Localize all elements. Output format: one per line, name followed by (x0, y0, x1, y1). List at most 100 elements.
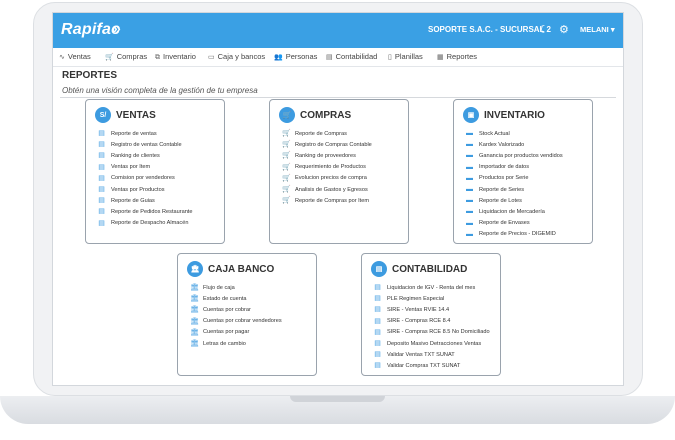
report-link-label: Reporte de Pedidos Restaurante (111, 208, 193, 215)
report-icon: ▤ (374, 317, 381, 325)
report-icon: ▤ (98, 163, 105, 171)
report-link-label: Reporte de Envases (479, 220, 530, 227)
report-link-label: Liquidacion de Mercadería (479, 208, 545, 215)
report-link-label: Reporte de Compras por Item (295, 197, 369, 204)
page-subtitle: Obtén una visión completa de la gestión … (62, 86, 258, 95)
nav-inventario[interactable]: ⧉ Inventario (155, 52, 196, 62)
report-link-item[interactable]: ▤ Ventas por Item (98, 162, 192, 173)
card-compras: 🛒 COMPRAS 🛒 Reporte de Compras 🛒 Registro d… (269, 99, 409, 244)
report-link-item[interactable]: ▤ Ventas por Productos (98, 184, 192, 195)
report-link-item[interactable]: ▬ Stock Actual (466, 128, 563, 139)
report-link-item[interactable]: ▬ Liquidacion de Mercadería (466, 206, 563, 217)
report-icon: 🏛 (190, 328, 199, 336)
report-link-item[interactable]: ▬ Importador de datos (466, 162, 563, 173)
report-icon: ▤ (374, 306, 381, 314)
report-icon: 🛒 (282, 152, 291, 160)
report-link-label: Reporte de Series (479, 186, 525, 193)
report-link-item[interactable]: 🏛 Flujo de caja (190, 282, 282, 293)
nav-caja-bancos[interactable]: ▭ Caja y bancos (208, 52, 265, 61)
screen: Rapifac » SOPORTE S.A.C. - SUCURSAL 2 ☾ … (52, 12, 624, 386)
card-contabilidad: ▤ CONTABILIDAD ▤ Liquidacion de IGV - Ren… (361, 253, 501, 376)
report-link-item[interactable]: ▬ Reporte de Envases (466, 218, 563, 229)
report-icon: ▤ (98, 130, 105, 138)
report-link-item[interactable]: ▬ Productos por Serie (466, 173, 563, 184)
report-link-item[interactable]: ▤ PLE Regimen Especial (374, 293, 490, 304)
cart-icon: 🛒 (279, 107, 295, 123)
currency-icon: S/ (95, 107, 111, 123)
report-link-item[interactable]: 🛒 Analisis de Gastos y Egresos (282, 184, 372, 195)
card-header: S/ VENTAS (95, 107, 156, 123)
chart-line-icon: ∿ (59, 54, 65, 61)
report-icon: 🏛 (190, 340, 199, 348)
company-selector[interactable]: SOPORTE S.A.C. - SUCURSAL 2 (428, 25, 551, 34)
report-link-label: Ganancia por productos vendidos (479, 152, 563, 159)
report-link-label: Reporte de Despacho Almacén (111, 220, 189, 227)
report-link-item[interactable]: ▤ Liquidacion de IGV - Renta del mes (374, 282, 490, 293)
report-icon: ▬ (466, 230, 473, 238)
report-link-item[interactable]: ▤ Reporte de Pedidos Restaurante (98, 206, 192, 217)
report-link-label: Validar Ventas TXT SUNAT (387, 351, 455, 358)
report-link-item[interactable]: ▤ Comision por vendedores (98, 173, 192, 184)
report-link-item[interactable]: ▤ Registro de ventas Contable (98, 139, 192, 150)
report-link-item[interactable]: ▤ Reporte de ventas (98, 128, 192, 139)
report-link-item[interactable]: 🏛 Cuentas por cobrar (190, 304, 282, 315)
nav-caja-bancos-label: Caja y bancos (217, 52, 266, 61)
report-link-item[interactable]: ▤ SIRE - Compras RCE 8.5 No Domiciliado (374, 327, 489, 338)
report-icon: 🛒 (282, 197, 291, 205)
nav-contabilidad[interactable]: ▤ Contabilidad (326, 52, 377, 61)
report-icon: 🏛 (190, 284, 199, 292)
report-link-item[interactable]: ▬ Reporte de Precios - DIGEMID (466, 229, 563, 240)
nav-inventario-label: Inventario (163, 52, 196, 61)
nav-compras[interactable]: 🛒 Compras (105, 52, 147, 61)
report-icon: 🏛 (190, 306, 199, 314)
report-link-item[interactable]: ▤ Reporte de Despacho Almacén (98, 218, 192, 229)
report-icon: 🛒 (282, 174, 291, 182)
report-icon: ▤ (98, 186, 105, 194)
report-link-item[interactable]: 🛒 Ranking de proveedores (282, 150, 372, 161)
report-link-item[interactable]: ▬ Reporte de Series (466, 184, 563, 195)
report-link-item[interactable]: ▤ Validar Compras TXT SUNAT (374, 360, 490, 371)
gear-icon[interactable]: ⚙ (559, 23, 569, 36)
people-icon: 👥 (274, 54, 283, 61)
report-link-label: Registro de ventas Contable (111, 141, 182, 148)
report-link-item[interactable]: ▬ Kardex Valorizado (466, 139, 563, 150)
report-link-item[interactable]: ▤ Reporte de Guias (98, 195, 192, 206)
report-link-item[interactable]: 🛒 Registro de Compras Contable (282, 139, 372, 150)
report-icon: ▬ (466, 186, 473, 194)
report-link-item[interactable]: 🛒 Reporte de Compras (282, 128, 372, 139)
report-link-label: SIRE - Compras RCE 8.4 (387, 318, 451, 325)
moon-icon[interactable]: ☾ (539, 23, 549, 36)
report-icon: ▤ (374, 351, 381, 359)
report-link-item[interactable]: ▤ SIRE - Compras RCE 8.4 (374, 316, 490, 327)
report-link-item[interactable]: ▤ Ranking de clientes (98, 150, 192, 161)
report-link-item[interactable]: 🏛 Estado de cuenta (190, 293, 282, 304)
report-link-label: Productos por Serie (479, 175, 529, 182)
report-link-item[interactable]: ▤ Validar Ventas TXT SUNAT (374, 349, 490, 360)
nav-personas[interactable]: 👥 Personas (274, 52, 317, 61)
report-link-item[interactable]: 🏛 Cuentas por cobrar vendedores (190, 316, 282, 327)
report-link-label: Kardex Valorizado (479, 141, 525, 148)
boxes-icon: ⧉ (155, 54, 160, 61)
nav-planillas[interactable]: ▯ Planillas (388, 52, 423, 61)
report-link-item[interactable]: ▬ Ganancia por productos vendidos (466, 150, 563, 161)
report-icon: ▬ (466, 141, 473, 149)
nav-reportes[interactable]: ▦ Reportes (437, 52, 477, 61)
report-link-item[interactable]: 🛒 Requerimiento de Productos (282, 162, 372, 173)
report-link-item[interactable]: 🛒 Evolucion precios de compra (282, 173, 372, 184)
report-icon: ▬ (466, 152, 473, 160)
report-link-item[interactable]: 🛒 Reporte de Compras por Item (282, 195, 372, 206)
card-title: CAJA BANCO (208, 263, 275, 275)
report-link-item[interactable]: ▤ SIRE - Ventas RVIE 14.4 (374, 304, 490, 315)
report-icon: 🛒 (282, 130, 291, 138)
report-link-item[interactable]: ▬ Reporte de Lotes (466, 195, 563, 206)
report-link-item[interactable]: 🏛 Cuentas por pagar (190, 327, 282, 338)
report-link-label: Requerimiento de Productos (295, 164, 366, 171)
report-link-item[interactable]: 🏛 Letras de cambio (190, 338, 282, 349)
report-link-label: Reporte de ventas (111, 130, 157, 137)
card-title: CONTABILIDAD (392, 263, 468, 275)
brand-logo[interactable]: Rapifac (61, 21, 120, 39)
report-link-item[interactable]: ▤ Deposito Masivo Detracciones Ventas (374, 338, 490, 349)
nav-ventas[interactable]: ∿ Ventas (59, 52, 91, 61)
user-menu[interactable]: MELANI ▾ (580, 25, 615, 34)
report-icon: ▬ (466, 208, 473, 216)
